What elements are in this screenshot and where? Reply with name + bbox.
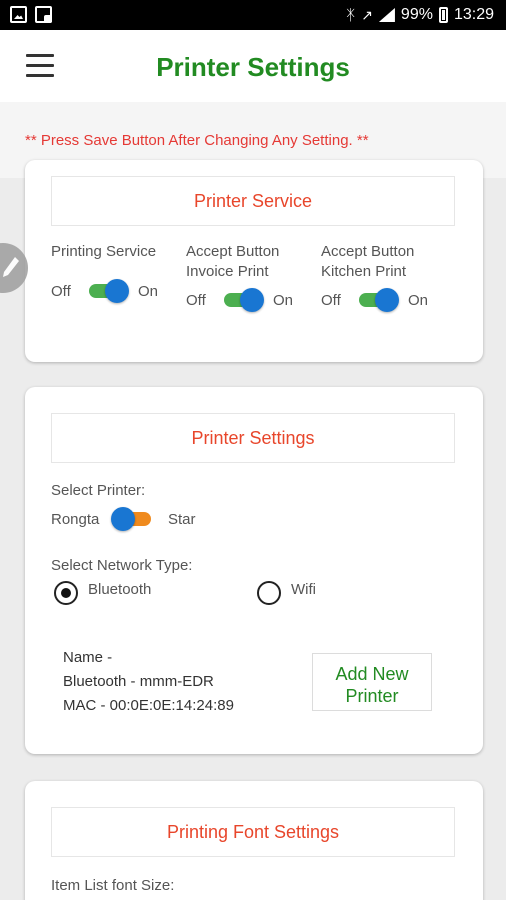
device-mac: MAC - 00:0E:0E:14:24:89	[63, 697, 234, 714]
network-type-label: Select Network Type:	[51, 557, 193, 574]
device-name: Name -	[63, 649, 113, 666]
kitchen-print-label-line2: Kitchen Print	[321, 263, 407, 280]
font-settings-card: Printing Font Settings Item List font Si…	[25, 781, 483, 900]
printer-settings-card: Printer Settings Select Printer: Rongta …	[25, 387, 483, 754]
invoice-print-toggle[interactable]	[224, 288, 264, 312]
bluetooth-radio-label: Bluetooth	[88, 581, 152, 598]
image-icon	[10, 6, 27, 23]
printer-service-card: Printer Service Printing Service Off On …	[25, 160, 483, 362]
printing-service-on-label: On	[138, 283, 159, 300]
bluetooth-radio[interactable]	[54, 581, 78, 605]
invoice-print-on-label: On	[273, 292, 294, 309]
font-settings-heading: Printing Font Settings	[51, 807, 455, 857]
kitchen-print-label-line1: Accept Button	[321, 243, 415, 260]
app-bar: Printer Settings	[0, 30, 506, 102]
wifi-radio[interactable]	[257, 581, 281, 605]
kitchen-print-toggle[interactable]	[359, 288, 399, 312]
invoice-print-off-label: Off	[186, 292, 206, 309]
printer-select-toggle[interactable]	[111, 507, 151, 531]
wifi-icon: ↗	[361, 6, 373, 23]
printer-service-heading: Printer Service	[51, 176, 455, 226]
printing-service-label: Printing Service	[51, 243, 157, 260]
battery-percent: 99%	[400, 6, 433, 23]
add-new-printer-label-line2: Printer	[345, 686, 399, 706]
printer-option-star: Star	[168, 511, 196, 528]
printer-settings-heading: Printer Settings	[51, 413, 455, 463]
kitchen-print-off-label: Off	[321, 292, 341, 309]
device-bluetooth: Bluetooth - mmm-EDR	[63, 673, 214, 690]
kitchen-print-on-label: On	[408, 292, 429, 309]
add-new-printer-button[interactable]: Add New Printer	[312, 653, 432, 711]
status-bar: ᛡ ↗ 99% 13:29	[0, 0, 506, 30]
printing-service-off-label: Off	[51, 283, 71, 300]
signal-icon	[378, 8, 395, 22]
battery-icon	[438, 7, 448, 23]
printing-service-toggle[interactable]	[89, 279, 129, 303]
item-list-font-size-label: Item List font Size:	[51, 877, 175, 894]
select-printer-label: Select Printer:	[51, 482, 146, 499]
wifi-radio-label: Wifi	[291, 581, 316, 598]
invoice-print-label-line2: Invoice Print	[186, 263, 269, 280]
clock: 13:29	[453, 6, 494, 23]
add-new-printer-label-line1: Add New	[335, 664, 409, 684]
lock-icon	[35, 6, 52, 23]
invoice-print-label-line1: Accept Button	[186, 243, 280, 260]
printer-option-rongta: Rongta	[51, 511, 100, 528]
pencil-icon	[3, 257, 19, 277]
save-notice-text: ** Press Save Button After Changing Any …	[25, 132, 369, 149]
edit-fab[interactable]	[0, 243, 28, 293]
bluetooth-icon: ᛡ	[346, 6, 356, 24]
page-title: Printer Settings	[156, 52, 350, 82]
